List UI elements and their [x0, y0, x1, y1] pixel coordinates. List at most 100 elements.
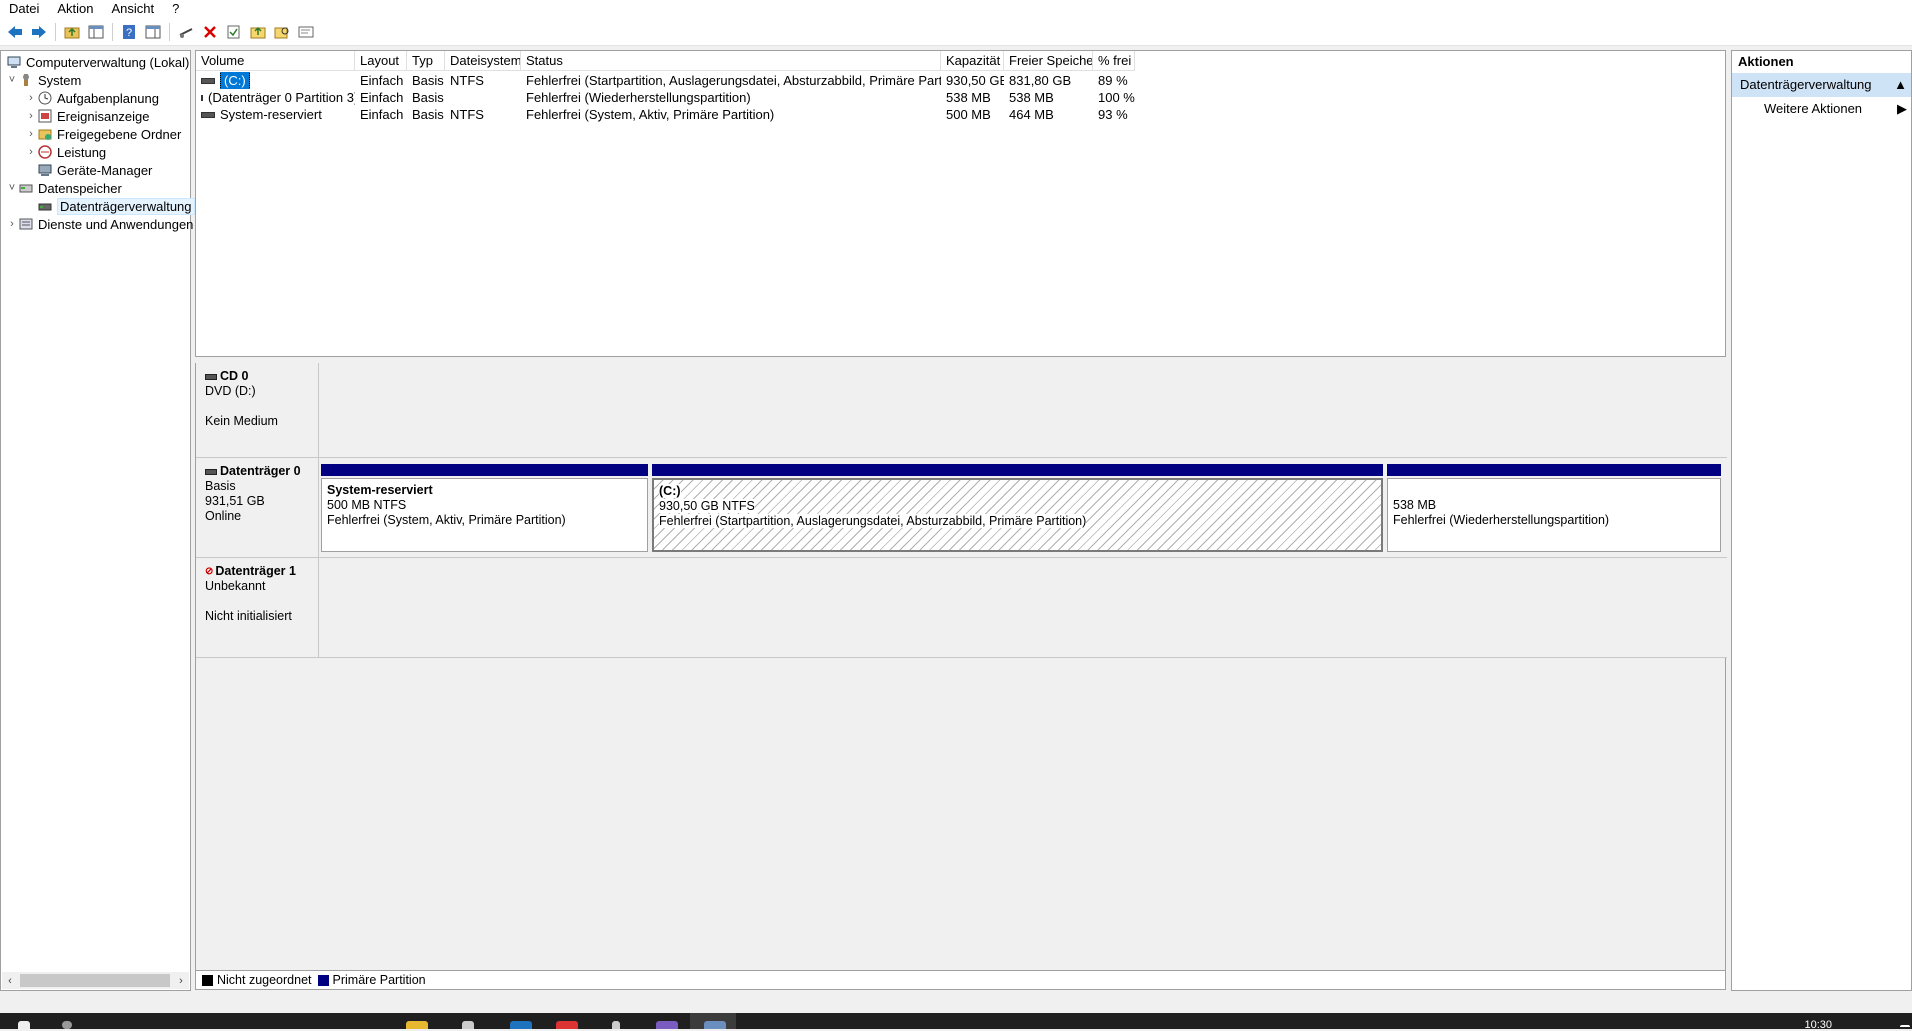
start-icon[interactable] — [18, 1021, 30, 1029]
table-row[interactable]: (Datenträger 0 Partition 3) Einfach Basi… — [196, 89, 1135, 106]
storage-icon — [18, 180, 34, 196]
connect-icon[interactable] — [175, 21, 197, 43]
open-folder-icon[interactable] — [247, 21, 269, 43]
disk-label-disk1[interactable]: ⊘ Datenträger 1 Unbekannt Nicht initialis… — [196, 558, 319, 657]
show-hide-console-tree-icon[interactable] — [85, 21, 107, 43]
taskbar: 10:30 — [0, 1013, 1912, 1031]
collapse-icon[interactable]: ▲ — [1894, 73, 1907, 97]
legend-swatch — [317, 974, 329, 986]
toolbar-separator — [169, 22, 170, 41]
tree-item-device-manager[interactable]: Geräte-Manager — [25, 161, 152, 179]
column-header-filesystem[interactable]: Dateisystem — [445, 51, 521, 71]
actions-section-disk-management[interactable]: Datenträgerverwaltung ▲ — [1732, 73, 1911, 97]
primary-partition-bar — [321, 464, 648, 476]
up-folder-icon[interactable] — [61, 21, 83, 43]
tree-item-performance[interactable]: › Leistung — [25, 143, 106, 161]
search-folder-icon[interactable] — [271, 21, 293, 43]
disk-graphical-view: CD 0 DVD (D:) Kein Medium Datenträger 0 … — [195, 363, 1727, 985]
column-header-type[interactable]: Typ — [407, 51, 445, 71]
tree-item-system[interactable]: ˅ System — [6, 71, 82, 89]
menu-help[interactable]: ? — [163, 0, 188, 18]
scroll-right-icon[interactable]: › — [173, 972, 189, 989]
app-icon[interactable] — [656, 1021, 678, 1029]
svg-text:?: ? — [126, 27, 132, 39]
device-manager-icon — [37, 162, 53, 178]
forward-icon[interactable] — [28, 21, 50, 43]
computer-management-icon — [6, 54, 22, 70]
partition-system-reserved[interactable]: System-reserviert 500 MB NTFS Fehlerfrei… — [321, 464, 648, 554]
system-tools-icon — [18, 72, 34, 88]
chevron-right-icon[interactable]: › — [25, 128, 37, 140]
file-explorer-icon[interactable] — [406, 1021, 428, 1029]
column-header-percent-free[interactable]: % frei — [1093, 51, 1135, 71]
tree-item-storage[interactable]: ˅ Datenspeicher — [6, 179, 122, 197]
volume-list: Volume Layout Typ Dateisystem Status Kap… — [195, 50, 1726, 357]
tree-item-event-viewer[interactable]: › Ereignisanzeige — [25, 107, 149, 125]
chrome-icon[interactable] — [556, 1021, 578, 1029]
search-app-icon[interactable] — [462, 1021, 474, 1029]
tree-item-services-applications[interactable]: › Dienste und Anwendungen — [6, 215, 193, 233]
cd-drive-icon — [205, 373, 217, 380]
disk-error-icon: ⊘ — [205, 566, 214, 577]
column-header-layout[interactable]: Layout — [355, 51, 407, 71]
task-scheduler-icon — [37, 90, 53, 106]
disk-body-disk0: System-reserviert 500 MB NTFS Fehlerfrei… — [320, 458, 1727, 557]
toolbar: ? — [0, 18, 1912, 46]
toolbar-separator — [112, 22, 113, 41]
help-icon[interactable]: ? — [118, 21, 140, 43]
menu-datei[interactable]: Datei — [0, 0, 48, 18]
check-icon[interactable] — [223, 21, 245, 43]
volume-disk-icon — [201, 111, 215, 118]
chevron-right-icon[interactable]: › — [25, 92, 37, 104]
scrollbar-thumb[interactable] — [20, 974, 170, 987]
back-icon[interactable] — [4, 21, 26, 43]
delete-icon[interactable] — [199, 21, 221, 43]
app-icon[interactable] — [612, 1021, 620, 1029]
chevron-right-icon[interactable]: › — [25, 146, 37, 158]
scroll-left-icon[interactable]: ‹ — [2, 972, 18, 989]
tree-item-disk-management[interactable]: Datenträgerverwaltung — [25, 197, 195, 215]
chevron-right-icon[interactable]: › — [6, 218, 18, 230]
partition-legend: Nicht zugeordnet Primäre Partition — [195, 970, 1726, 990]
disk-label-cd0[interactable]: CD 0 DVD (D:) Kein Medium — [196, 363, 319, 457]
disk-label-disk0[interactable]: Datenträger 0 Basis 931,51 GB Online — [196, 458, 319, 557]
legend-item-primary: Primäre Partition — [317, 973, 426, 987]
edge-icon[interactable] — [510, 1021, 532, 1029]
legend-item-unallocated: Nicht zugeordnet — [202, 973, 312, 987]
column-header-status[interactable]: Status — [521, 51, 941, 71]
show-action-pane-icon[interactable] — [142, 21, 164, 43]
chevron-down-icon[interactable]: ˅ — [6, 182, 18, 194]
taskbar-clock[interactable]: 10:30 — [1804, 1019, 1832, 1031]
volume-disk-icon — [201, 94, 203, 101]
chevron-down-icon[interactable]: ˅ — [6, 74, 18, 86]
partition-recovery[interactable]: 538 MB Fehlerfrei (Wiederherstellungspar… — [1387, 464, 1721, 554]
tree-item-computer-management[interactable]: Computerverwaltung (Lokal) — [6, 53, 189, 71]
more-actions-item[interactable]: Weitere Aktionen ▶ — [1732, 97, 1911, 121]
chevron-right-icon[interactable]: › — [25, 110, 37, 122]
primary-partition-bar — [1387, 464, 1721, 476]
notification-icon[interactable] — [1900, 1025, 1910, 1027]
disk-row-cd0: CD 0 DVD (D:) Kein Medium — [196, 363, 1727, 458]
services-icon — [18, 216, 34, 232]
event-viewer-icon — [37, 108, 53, 124]
primary-partition-bar — [652, 464, 1383, 476]
table-row[interactable]: (C:) Einfach Basis NTFS Fehlerfrei (Star… — [196, 72, 1135, 89]
column-header-free-space[interactable]: Freier Speicher — [1004, 51, 1093, 71]
menu-aktion[interactable]: Aktion — [48, 0, 102, 18]
tree-item-task-scheduler[interactable]: › Aufgabenplanung — [25, 89, 159, 107]
properties-icon[interactable] — [295, 21, 317, 43]
search-icon[interactable] — [62, 1021, 72, 1029]
legend-swatch — [202, 974, 213, 986]
hard-disk-icon — [205, 468, 217, 475]
disk-row-disk1: ⊘ Datenträger 1 Unbekannt Nicht initialis… — [196, 558, 1727, 658]
table-row[interactable]: System-reserviert Einfach Basis NTFS Feh… — [196, 106, 1135, 123]
submenu-arrow-icon: ▶ — [1897, 101, 1907, 116]
computer-management-task-icon[interactable] — [704, 1021, 726, 1029]
column-header-capacity[interactable]: Kapazität — [941, 51, 1004, 71]
disk-body-cd0 — [320, 363, 1727, 457]
column-header-volume[interactable]: Volume — [196, 51, 355, 71]
partition-c[interactable]: (C:) 930,50 GB NTFS Fehlerfrei (Startpar… — [652, 464, 1383, 554]
menu-ansicht[interactable]: Ansicht — [103, 0, 164, 18]
tree-horizontal-scrollbar[interactable]: ‹ › — [2, 972, 189, 989]
tree-item-shared-folders[interactable]: › Freigegebene Ordner — [25, 125, 181, 143]
